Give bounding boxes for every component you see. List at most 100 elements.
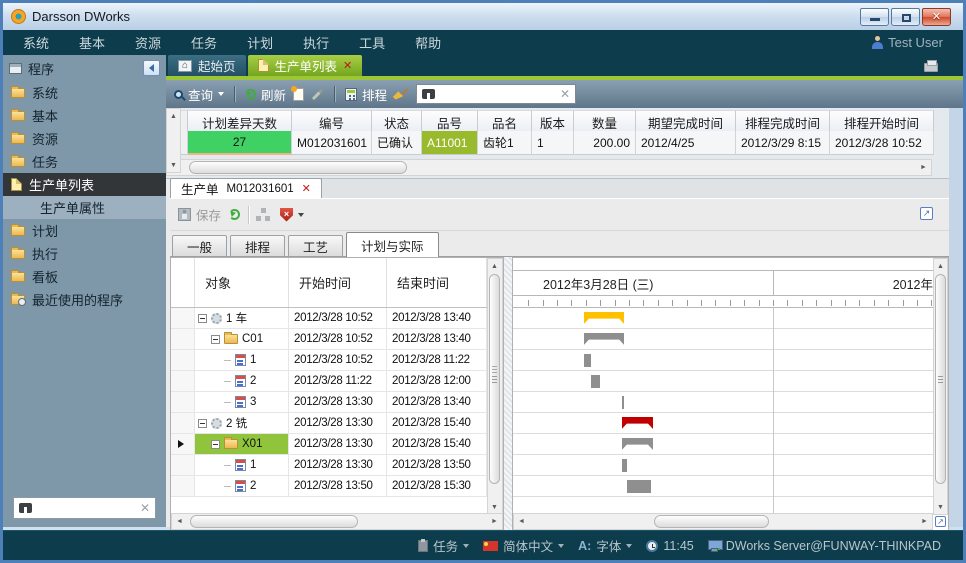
tree-row-7[interactable]: 12012/3/28 13:302012/3/28 13:50	[171, 455, 503, 476]
grid-cell-7[interactable]: 2012/4/25	[636, 131, 736, 155]
menu-item-1[interactable]: 基本	[79, 33, 105, 52]
tree-cell-object[interactable]: C01	[195, 329, 289, 350]
menu-item-0[interactable]: 系统	[23, 33, 49, 52]
gantt-bar-1[interactable]	[584, 333, 624, 345]
grid-cell-9[interactable]: 2012/3/28 10:52	[830, 131, 934, 155]
tree-cell-object[interactable]: 2 铣	[195, 413, 289, 434]
tree-expander-icon[interactable]	[198, 314, 207, 323]
tree-col-object[interactable]: 对象	[195, 258, 289, 307]
menu-item-5[interactable]: 执行	[303, 33, 329, 52]
subtab-3[interactable]: 计划与实际	[346, 232, 439, 257]
tab-1[interactable]: 生产单列表✕	[248, 55, 363, 76]
grid-cell-6[interactable]: 200.00	[574, 131, 636, 155]
task-menu[interactable]: 任务	[418, 536, 469, 555]
tree-cell-object[interactable]: X01	[195, 434, 289, 455]
gantt-bar-4[interactable]	[622, 396, 624, 409]
minimize-button[interactable]	[860, 8, 889, 26]
sidebar-item-6[interactable]: 计划	[3, 219, 166, 242]
language-menu[interactable]: 简体中文	[483, 536, 564, 555]
sidebar-item-9[interactable]: 最近使用的程序	[3, 288, 166, 311]
printer-icon[interactable]	[924, 63, 938, 72]
sidebar-search-clear-icon[interactable]: ✕	[140, 501, 150, 515]
tree-row-3[interactable]: 22012/3/28 11:222012/3/28 12:00	[171, 371, 503, 392]
grid-cell-1[interactable]: M012031601	[292, 131, 372, 155]
grid-data-row[interactable]: 27M012031601已确认A11001齿轮11200.002012/4/25…	[166, 131, 934, 152]
tab-0[interactable]: ⌂起始页	[168, 55, 246, 76]
tree-row-6[interactable]: X012012/3/28 13:302012/3/28 15:40	[171, 434, 503, 455]
tree-col-start[interactable]: 开始时间	[289, 258, 387, 307]
grid-horizontal-scrollbar[interactable]: ◄►	[166, 159, 932, 176]
gantt-bar-7[interactable]	[622, 459, 627, 472]
tree-vertical-scrollbar[interactable]: ▲▼	[487, 258, 503, 513]
detail-tab-close-icon[interactable]: ✕	[302, 182, 311, 195]
sidebar-collapse-button[interactable]	[143, 60, 160, 76]
gantt-horizontal-scrollbar[interactable]: ◄►	[513, 513, 933, 530]
grid-vertical-scrollbar[interactable]: ▲▼	[166, 108, 181, 173]
tree-col-end[interactable]: 结束时间	[387, 258, 487, 307]
maximize-button[interactable]	[891, 8, 920, 26]
tree-row-8[interactable]: 22012/3/28 13:502012/3/28 15:30	[171, 476, 503, 497]
tree-cell-object[interactable]: 3	[195, 392, 289, 413]
menu-item-4[interactable]: 计划	[247, 33, 273, 52]
query-button[interactable]: 查询	[174, 85, 224, 104]
tree-expander-icon[interactable]	[211, 440, 220, 449]
current-user[interactable]: Test User	[872, 35, 943, 50]
menu-item-7[interactable]: 帮助	[415, 33, 441, 52]
grid-cell-8[interactable]: 2012/3/29 8:15	[736, 131, 830, 155]
gantt-bar-6[interactable]	[622, 438, 653, 450]
new-button[interactable]	[293, 88, 304, 101]
hierarchy-button[interactable]	[257, 208, 272, 221]
sidebar-item-2[interactable]: 资源	[3, 127, 166, 150]
validate-dropdown-caret[interactable]	[298, 213, 304, 220]
subtab-0[interactable]: 一般	[172, 235, 227, 256]
validate-button[interactable]: ×	[280, 208, 304, 222]
tree-row-2[interactable]: 12012/3/28 10:522012/3/28 11:22	[171, 350, 503, 371]
grid-cell-2[interactable]: 已确认	[372, 131, 422, 155]
sidebar-item-8[interactable]: 看板	[3, 265, 166, 288]
sidebar-item-5[interactable]: 生产单属性	[3, 196, 166, 219]
close-button[interactable]: ✕	[922, 8, 951, 26]
toolbar-search-box[interactable]: ✕	[416, 84, 576, 104]
gantt-vertical-scrollbar[interactable]: ▲▼	[933, 258, 948, 515]
open-external-icon[interactable]: ↗	[920, 207, 933, 220]
tree-row-5[interactable]: 2 铣2012/3/28 13:302012/3/28 15:40	[171, 413, 503, 434]
edit-button[interactable]	[311, 93, 324, 96]
schedule-button[interactable]: 排程	[345, 85, 387, 104]
tree-row-0[interactable]: 1 车2012/3/28 10:522012/3/28 13:40	[171, 308, 503, 329]
tree-row-4[interactable]: 32012/3/28 13:302012/3/28 13:40	[171, 392, 503, 413]
subtab-2[interactable]: 工艺	[288, 235, 343, 256]
clean-button[interactable]	[394, 87, 409, 101]
gantt-bar-3[interactable]	[591, 375, 600, 388]
tree-horizontal-scrollbar[interactable]: ◄►	[171, 513, 503, 530]
sidebar-item-1[interactable]: 基本	[3, 104, 166, 127]
grid-cell-5[interactable]: 1	[532, 131, 574, 155]
font-menu[interactable]: A: 字体	[578, 536, 632, 555]
sidebar-search-box[interactable]: ✕	[13, 497, 156, 519]
grid-cell-4[interactable]: 齿轮1	[478, 131, 532, 155]
grid-cell-0[interactable]: 27	[188, 131, 292, 155]
toolbar-search-clear-icon[interactable]: ✕	[560, 87, 570, 101]
tree-cell-object[interactable]: 1	[195, 455, 289, 476]
subtab-1[interactable]: 排程	[230, 235, 285, 256]
tree-expander-icon[interactable]	[198, 419, 207, 428]
sidebar-search-input[interactable]	[37, 501, 135, 515]
query-dropdown-caret[interactable]	[218, 92, 224, 99]
grid-cell-3[interactable]: A11001	[422, 131, 478, 155]
tree-expander-icon[interactable]	[211, 335, 220, 344]
splitter-handle[interactable]	[504, 257, 512, 531]
menu-item-2[interactable]: 资源	[135, 33, 161, 52]
gantt-bar-8[interactable]	[627, 480, 651, 493]
sidebar-item-7[interactable]: 执行	[3, 242, 166, 265]
tree-cell-object[interactable]: 1	[195, 350, 289, 371]
menu-item-6[interactable]: 工具	[359, 33, 385, 52]
gantt-bar-2[interactable]	[584, 354, 591, 367]
gantt-bar-5[interactable]	[622, 417, 653, 429]
tree-cell-object[interactable]: 1 车	[195, 308, 289, 329]
tree-cell-object[interactable]: 2	[195, 371, 289, 392]
open-external-icon[interactable]: ↗	[935, 516, 946, 527]
gantt-bar-0[interactable]	[584, 312, 624, 324]
sidebar-item-3[interactable]: 任务	[3, 150, 166, 173]
menu-item-3[interactable]: 任务	[191, 33, 217, 52]
refresh-button[interactable]: 刷新	[245, 85, 286, 104]
sidebar-item-0[interactable]: 系统	[3, 81, 166, 104]
